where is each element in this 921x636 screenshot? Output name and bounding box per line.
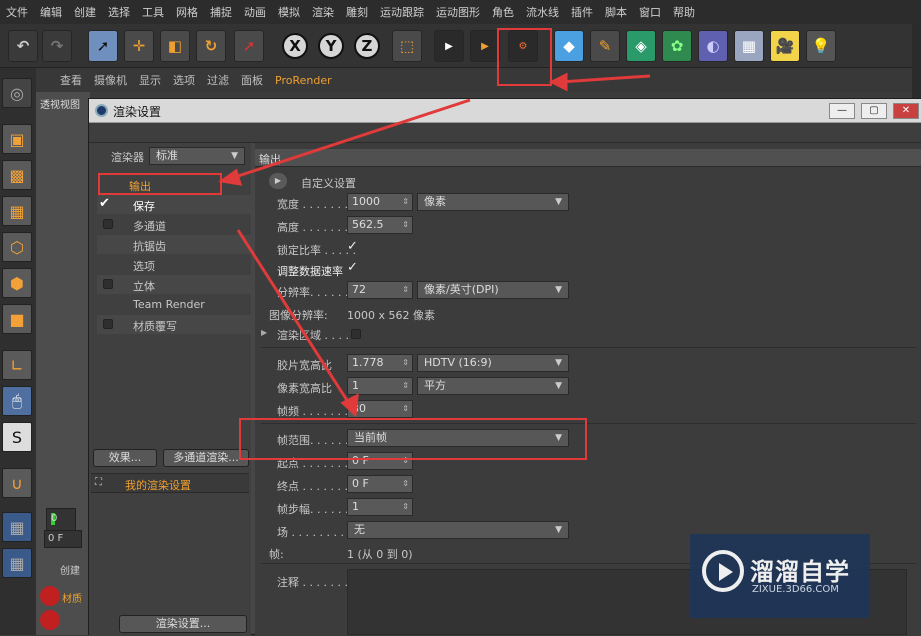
annotation-arrow bbox=[559, 74, 651, 84]
annotation-arrow bbox=[236, 229, 352, 406]
annotation-arrowhead bbox=[218, 168, 243, 186]
annotation-arrowhead bbox=[548, 72, 568, 92]
annotation-arrow-group bbox=[218, 72, 651, 418]
watermark-url: ZIXUE.3D66.COM bbox=[752, 584, 839, 595]
watermark-title: 溜溜自学 bbox=[750, 558, 850, 586]
annotation-arrow bbox=[231, 98, 471, 180]
play-logo-icon bbox=[702, 550, 744, 592]
watermark: 溜溜自学 ZIXUE.3D66.COM bbox=[690, 534, 870, 618]
